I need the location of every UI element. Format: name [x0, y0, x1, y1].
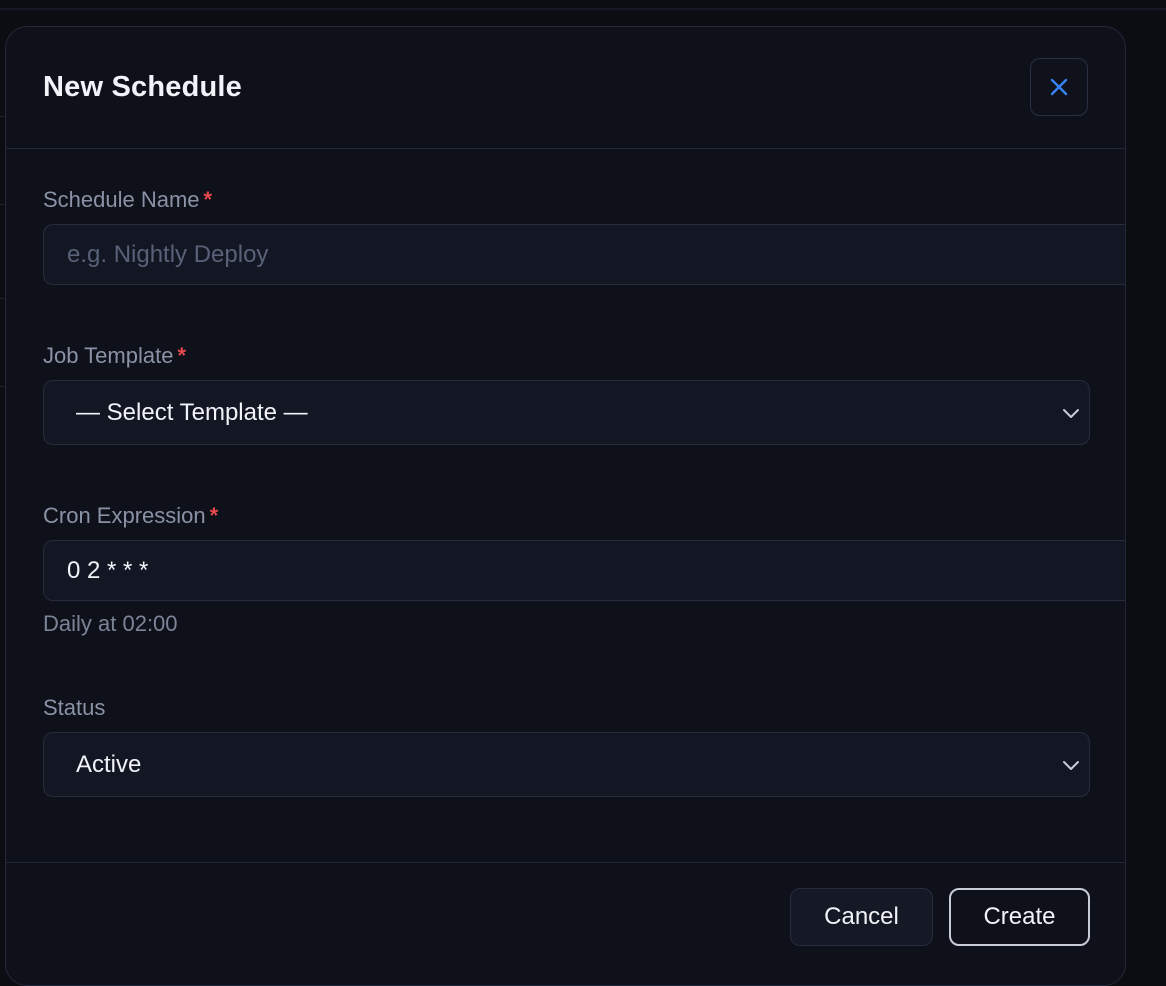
cron-expression-hint: Daily at 02:00	[43, 611, 178, 636]
status-selected-value: Active	[76, 750, 142, 778]
create-button[interactable]: Create	[949, 888, 1090, 946]
cron-expression-input[interactable]	[43, 540, 1125, 601]
schedule-name-input[interactable]	[43, 224, 1125, 285]
required-marker: *	[203, 187, 213, 212]
schedule-name-label-text: Schedule Name	[43, 187, 200, 212]
job-template-label: Job Template *	[43, 343, 186, 369]
dialog-header: New Schedule	[6, 27, 1125, 149]
new-schedule-dialog: New Schedule Schedule Name* Job Template…	[5, 26, 1126, 986]
close-button[interactable]	[1030, 58, 1088, 116]
job-template-select[interactable]: — Select Template —	[43, 380, 1090, 445]
required-marker: *	[177, 343, 187, 368]
required-marker: *	[209, 503, 219, 528]
cron-expression-label: Cron Expression *	[43, 503, 218, 529]
dialog-title: New Schedule	[43, 71, 243, 103]
status-label-text: Status	[43, 695, 106, 720]
chevron-down-icon	[1063, 760, 1079, 770]
status-label: Status	[43, 695, 105, 721]
cancel-button[interactable]: Cancel	[790, 888, 933, 946]
background-topbar	[0, 0, 1166, 10]
close-icon	[1050, 78, 1068, 96]
job-template-selected-value: — Select Template —	[76, 398, 308, 426]
cron-expression-label-text: Cron Expression	[43, 503, 206, 528]
dialog-footer: Cancel Create	[6, 862, 1125, 985]
schedule-name-label: Schedule Name *	[43, 187, 212, 213]
status-select[interactable]: Active	[43, 732, 1090, 797]
job-template-label-text: Job Template	[43, 343, 174, 368]
chevron-down-icon	[1063, 408, 1079, 418]
